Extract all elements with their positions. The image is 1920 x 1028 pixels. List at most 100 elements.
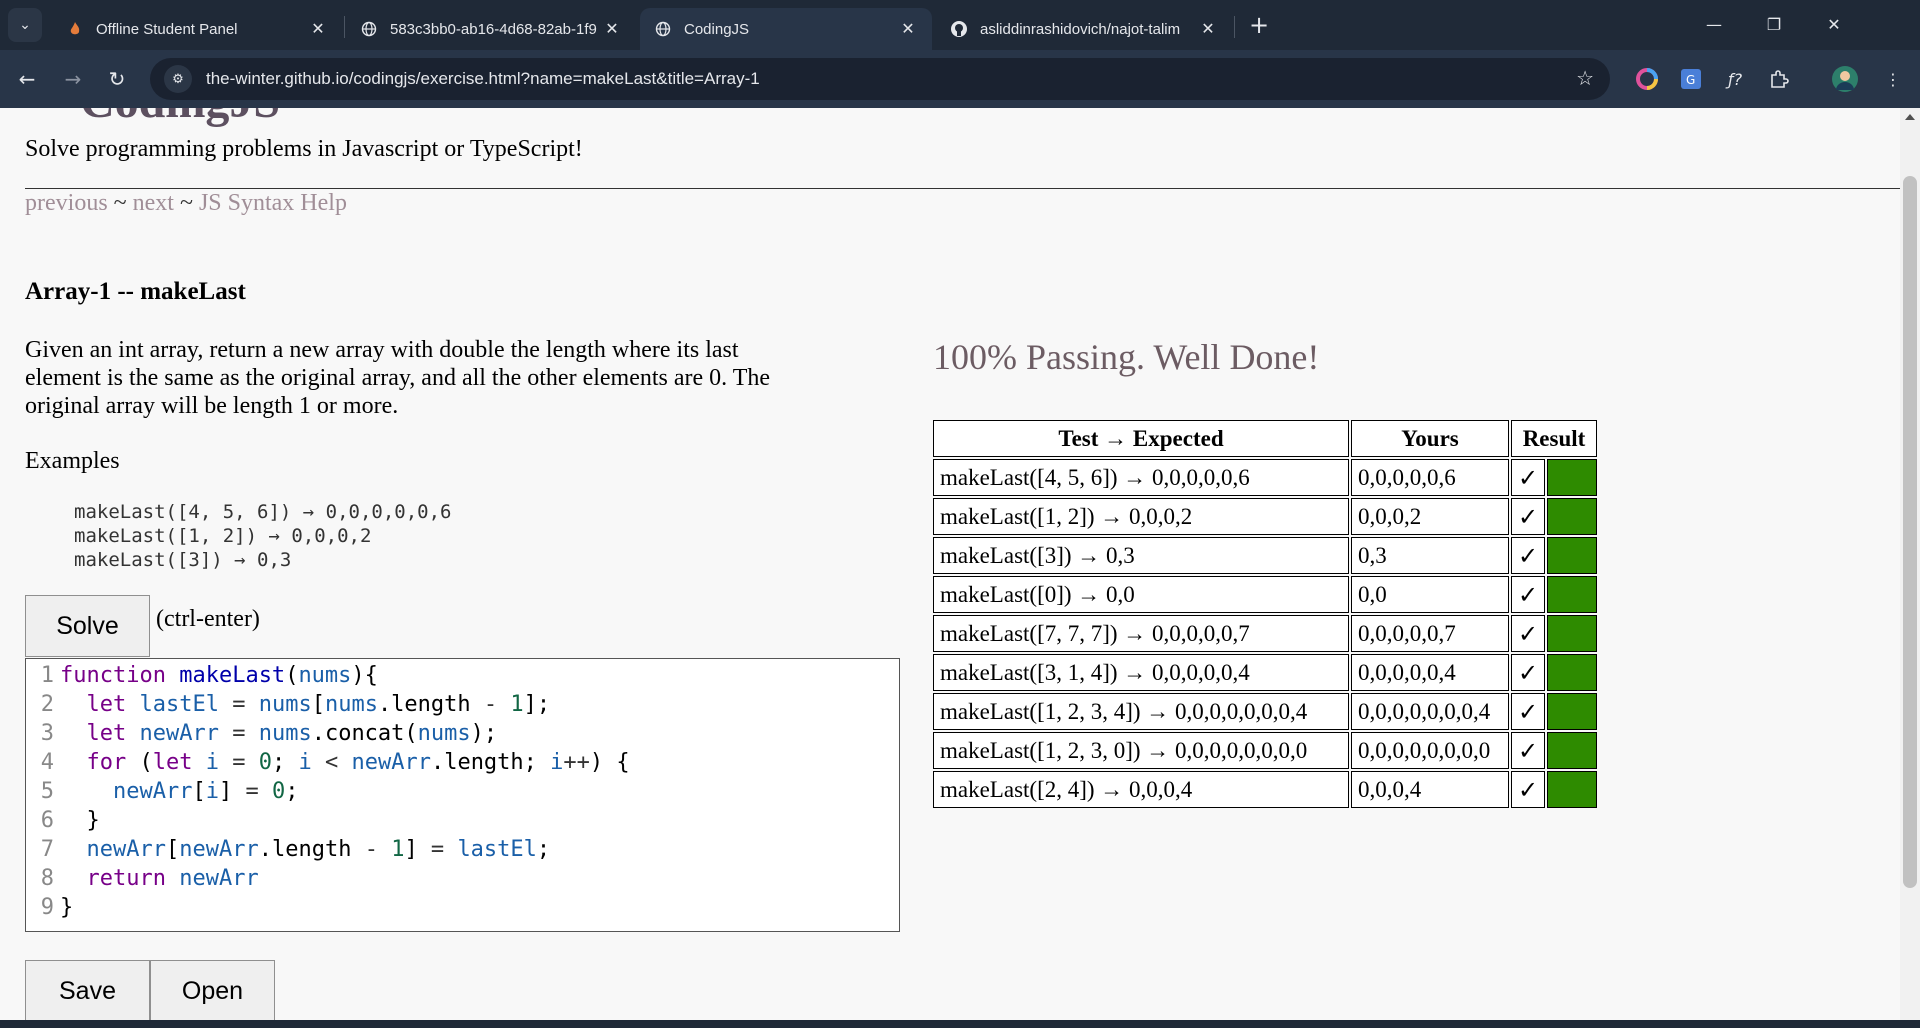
code-line[interactable]: 2 let lastEl = nums[nums.length - 1]; [26, 690, 550, 719]
tab-title: Offline Student Panel [96, 20, 238, 38]
js-syntax-help-link[interactable]: JS Syntax Help [199, 190, 347, 216]
code-token: [ [192, 779, 206, 804]
close-window-button[interactable]: ✕ [1804, 0, 1864, 48]
reload-button[interactable]: ↻ [100, 62, 134, 96]
divider [25, 188, 1900, 189]
code-line[interactable]: 9} [26, 893, 74, 922]
code-token: } [60, 808, 100, 833]
code-line[interactable]: 7 newArr[newArr.length - 1] = lastEl; [26, 835, 550, 864]
nav-separator: ~ [173, 190, 199, 216]
scrollbar-thumb[interactable] [1903, 176, 1917, 888]
tab-strip: ⌄ Offline Student Panel ✕ 583c3bb0-ab16-… [0, 0, 1920, 50]
pass-indicator [1547, 537, 1597, 574]
yours-cell: 0,0 [1351, 576, 1509, 613]
code-token: i [298, 750, 312, 775]
tab-search-button[interactable]: ⌄ [8, 8, 42, 42]
code-token: = [218, 721, 259, 746]
code-line[interactable]: 8 return newArr [26, 864, 259, 893]
svg-text:G: G [1686, 73, 1695, 87]
close-icon[interactable]: ✕ [602, 19, 622, 39]
code-token: ) { [589, 750, 630, 775]
code-editor[interactable]: 1 function makeLast(nums){2 let lastEl = … [25, 658, 900, 932]
open-button[interactable]: Open [150, 960, 275, 1020]
yours-cell: 0,0,0,0,0,4 [1351, 654, 1509, 691]
profile-avatar[interactable] [1830, 64, 1860, 94]
code-token: newArr [351, 750, 431, 775]
chevron-down-icon: ⌄ [19, 17, 31, 33]
code-token: .length [258, 837, 365, 862]
page-scrollbar[interactable] [1900, 108, 1920, 1020]
next-link[interactable]: next [133, 190, 174, 216]
code-line[interactable]: 3 let newArr = nums.concat(nums); [26, 719, 497, 748]
code-line[interactable]: 5 newArr[i] = 0; [26, 777, 299, 806]
browser-menu-icon[interactable]: ⋮ [1878, 64, 1908, 94]
example-line: makeLast([3]) → 0,3 [74, 549, 292, 571]
pass-indicator [1547, 732, 1597, 769]
url-text[interactable]: the-winter.github.io/codingjs/exercise.h… [206, 69, 760, 89]
check-icon: ✓ [1511, 576, 1545, 613]
check-icon: ✓ [1511, 498, 1545, 535]
reload-icon: ↻ [108, 67, 126, 91]
line-number: 3 [40, 721, 54, 746]
test-cell: makeLast([3]) → 0,3 [933, 537, 1349, 574]
yours-cell: 0,0,0,2 [1351, 498, 1509, 535]
code-token: nums [298, 663, 352, 688]
tab-uuid-page[interactable]: 583c3bb0-ab16-4d68-82ab-1f9 ✕ [346, 8, 636, 50]
scroll-up-arrow-icon[interactable] [1905, 114, 1915, 120]
flame-icon [66, 20, 84, 38]
code-token: 0 [271, 779, 286, 804]
yours-cell: 0,0,0,0,0,7 [1351, 615, 1509, 652]
table-row: makeLast([7, 7, 7]) → 0,0,0,0,0,7 0,0,0,0… [933, 615, 1597, 652]
table-row: makeLast([1, 2]) → 0,0,0,2 0,0,0,2 ✓ [933, 498, 1597, 535]
table-row: makeLast([4, 5, 6]) → 0,0,0,0,0,6 0,0,0,0… [933, 459, 1597, 496]
test-cell: makeLast([1, 2, 3, 0]) → 0,0,0,0,0,0,0,0 [933, 732, 1349, 769]
close-icon[interactable]: ✕ [898, 19, 918, 39]
back-button[interactable]: ← [10, 62, 44, 96]
extensions-puzzle-icon[interactable] [1764, 64, 1794, 94]
yours-cell: 0,0,0,0,0,6 [1351, 459, 1509, 496]
previous-link[interactable]: previous [25, 190, 108, 216]
close-icon[interactable]: ✕ [1198, 19, 1218, 39]
code-token: ); [470, 721, 498, 746]
color-wheel-extension-icon[interactable] [1632, 64, 1662, 94]
address-bar[interactable]: ⚙ the-winter.github.io/codingjs/exercise… [150, 58, 1610, 100]
formula-extension-icon[interactable]: ƒ? [1720, 64, 1750, 94]
close-icon[interactable]: ✕ [308, 19, 328, 39]
code-token: let [86, 721, 140, 746]
code-token: } [60, 895, 74, 920]
code-token: function [60, 663, 180, 688]
code-token: lastEl [139, 692, 219, 717]
table-row: makeLast([1, 2, 3, 0]) → 0,0,0,0,0,0,0,0… [933, 732, 1597, 769]
code-token: 1 [391, 837, 405, 862]
new-tab-button[interactable]: + [1244, 10, 1274, 40]
tab-github-repo[interactable]: asliddinrashidovich/najot-talim ✕ [936, 8, 1232, 50]
bookmark-star-icon[interactable]: ☆ [1576, 66, 1594, 90]
code-token: = [232, 779, 272, 804]
pass-indicator [1547, 693, 1597, 730]
pass-indicator [1547, 576, 1597, 613]
tab-codingjs[interactable]: CodingJS ✕ [640, 8, 932, 50]
solve-button[interactable]: Solve [25, 595, 150, 657]
restore-window-button[interactable]: ❐ [1744, 0, 1804, 48]
minimize-window-button[interactable]: — [1684, 0, 1744, 48]
test-cell: makeLast([1, 2]) → 0,0,0,2 [933, 498, 1349, 535]
code-token: newArr [179, 866, 259, 891]
problem-nav: previous ~ next ~ JS Syntax Help [25, 190, 347, 217]
code-line[interactable]: 1 function makeLast(nums){ [26, 661, 378, 690]
code-line[interactable]: 6 } [26, 806, 100, 835]
site-info-icon[interactable]: ⚙ [164, 65, 192, 93]
forward-button[interactable]: → [56, 62, 90, 96]
tab-offline-student-panel[interactable]: Offline Student Panel ✕ [52, 8, 342, 50]
translate-extension-icon[interactable]: G [1676, 64, 1706, 94]
nav-separator: ~ [107, 190, 133, 216]
save-button[interactable]: Save [25, 960, 150, 1020]
code-line[interactable]: 4 for (let i = 0; i < newArr.length; i++… [26, 748, 630, 777]
code-token: = [417, 837, 458, 862]
test-cell: makeLast([7, 7, 7]) → 0,0,0,0,0,7 [933, 615, 1349, 652]
test-cell: makeLast([0]) → 0,0 [933, 576, 1349, 613]
plus-icon: + [1248, 11, 1270, 39]
arrow-left-icon: ← [18, 67, 36, 91]
line-number: 5 [40, 779, 54, 804]
